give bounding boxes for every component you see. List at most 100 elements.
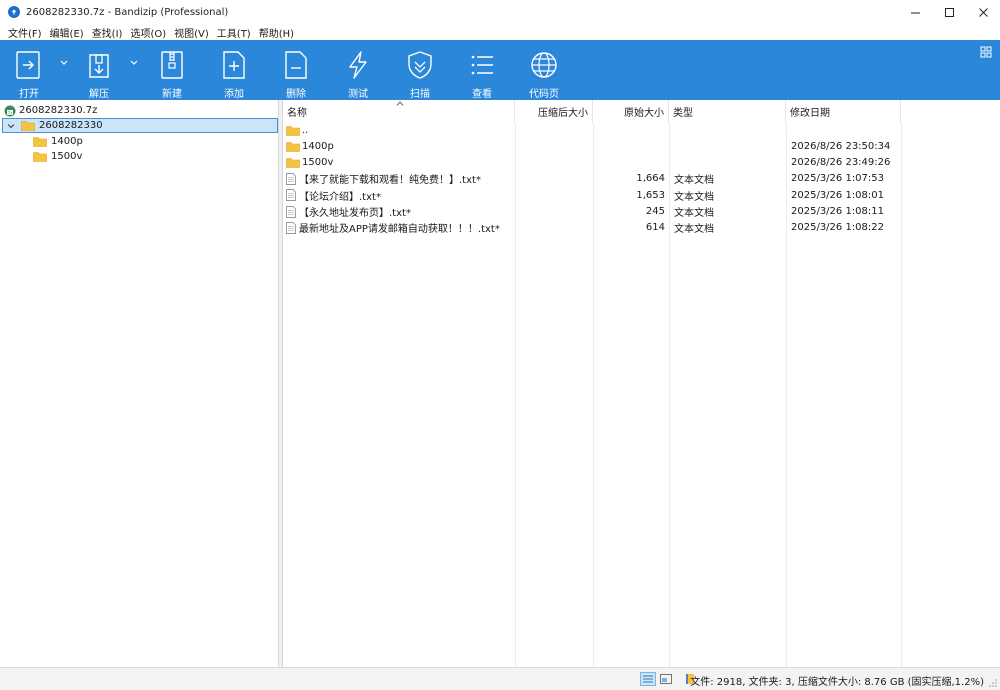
svg-text:7z: 7z xyxy=(8,110,13,115)
open-icon xyxy=(13,49,45,81)
status-summary: 文件: 2918, 文件夹: 3, 压缩文件大小: 8.76 GB (固实压缩,… xyxy=(690,677,984,688)
file-name: 【论坛介绍】.txt* xyxy=(299,191,381,203)
menu-file[interactable]: 文件(F) xyxy=(4,25,46,40)
resize-grip-icon[interactable] xyxy=(988,678,998,688)
original-size: 614 xyxy=(645,222,665,234)
file-name: 1400p xyxy=(302,140,334,152)
menu-options[interactable]: 选项(O) xyxy=(126,25,170,40)
extract-label: 解压 xyxy=(89,89,109,100)
modified-date: 2025/3/26 1:08:11 xyxy=(791,206,885,217)
view-button[interactable]: 查看 xyxy=(457,40,507,100)
bandizip-app-icon xyxy=(8,6,20,18)
cell-name: 最新地址及APP请发邮箱自动获取！！！.txt* xyxy=(286,220,514,236)
file-row[interactable]: 1500v 2026/8/26 23:49:26 xyxy=(283,155,1000,171)
menu-help[interactable]: 帮助(H) xyxy=(255,25,298,40)
cell-compressed xyxy=(515,187,589,203)
open-button[interactable]: 打开 xyxy=(4,40,54,100)
folder-icon xyxy=(21,121,35,131)
menu-tools[interactable]: 工具(T) xyxy=(213,25,255,40)
file-row[interactable]: 【永久地址发布页】.txt* 245 文本文档 2025/3/26 1:08:11 xyxy=(283,204,1000,220)
cell-type: 文本文档 xyxy=(674,171,784,187)
scan-label: 扫描 xyxy=(410,89,430,100)
close-icon xyxy=(978,7,988,17)
extract-button[interactable]: 解压 xyxy=(74,40,124,100)
chevron-down-icon[interactable] xyxy=(6,121,16,131)
original-size: 1,664 xyxy=(636,173,665,185)
column-header-original[interactable]: 原始大小 xyxy=(593,100,669,122)
column-header-name[interactable]: 名称 xyxy=(283,100,515,122)
tree-archive-node[interactable]: 7z 2608282330.7z xyxy=(4,103,97,118)
file-row[interactable]: 最新地址及APP请发邮箱自动获取！！！.txt* 614 文本文档 2025/3/26… xyxy=(283,220,1000,236)
cell-name: .. xyxy=(286,122,514,138)
tree-item-1400p[interactable]: 1400p xyxy=(33,134,83,149)
cell-type: 文本文档 xyxy=(674,187,784,203)
menu-edit[interactable]: 编辑(E) xyxy=(46,25,88,40)
chevron-down-icon xyxy=(60,60,68,65)
layout-grid-icon[interactable] xyxy=(980,46,992,58)
cell-type xyxy=(674,155,784,171)
tree-item-1500v[interactable]: 1500v xyxy=(33,149,82,164)
globe-icon xyxy=(528,49,560,81)
folder-tree[interactable]: 7z 2608282330.7z 2608282330 1400p 1500v xyxy=(0,100,279,667)
file-list[interactable]: 名称 压缩后大小 原始大小 类型 修改日期 .. 1400p 2026/8/26 2… xyxy=(283,100,1000,667)
new-label: 新建 xyxy=(162,89,182,100)
file-type: 文本文档 xyxy=(674,224,714,236)
cell-compressed xyxy=(515,204,589,220)
column-header-compressed[interactable]: 压缩后大小 xyxy=(515,100,593,122)
window-title: 2608282330.7z - Bandizip (Professional) xyxy=(26,6,229,18)
preview-pane-icon xyxy=(660,674,672,684)
menu-find[interactable]: 查找(I) xyxy=(88,25,127,40)
cell-type: 文本文档 xyxy=(674,204,784,220)
minimize-icon xyxy=(910,12,920,13)
cell-original: 1,653 xyxy=(593,187,665,203)
scan-button[interactable]: 扫描 xyxy=(395,40,445,100)
cell-modified: 2025/3/26 1:08:01 xyxy=(791,187,899,203)
add-label: 添加 xyxy=(224,89,244,100)
cell-original: 1,664 xyxy=(593,171,665,187)
menu-view[interactable]: 视图(V) xyxy=(170,25,213,40)
maximize-icon xyxy=(944,7,954,17)
open-dropdown-arrow[interactable] xyxy=(58,58,70,68)
preview-view-button[interactable] xyxy=(658,672,674,686)
extract-dropdown-arrow[interactable] xyxy=(128,58,140,68)
new-button[interactable]: 新建 xyxy=(147,40,197,100)
cell-original xyxy=(593,122,665,138)
minimize-button[interactable] xyxy=(898,0,932,24)
cell-modified: 2025/3/26 1:08:22 xyxy=(791,220,899,236)
chevron-down-icon xyxy=(130,60,138,65)
lightning-icon xyxy=(342,49,374,81)
close-button[interactable] xyxy=(966,0,1000,24)
test-button[interactable]: 测试 xyxy=(333,40,383,100)
column-header-type[interactable]: 类型 xyxy=(669,100,786,122)
cell-modified xyxy=(791,122,899,138)
cell-name: 【永久地址发布页】.txt* xyxy=(286,204,514,220)
add-button[interactable]: 添加 xyxy=(209,40,259,100)
delete-button[interactable]: 删除 xyxy=(271,40,321,100)
file-name: 1500v xyxy=(302,157,334,169)
file-type: 文本文档 xyxy=(674,175,714,187)
test-label: 测试 xyxy=(348,89,368,100)
list-view-icon xyxy=(466,49,498,81)
file-row[interactable]: .. xyxy=(283,122,1000,138)
file-type: 文本文档 xyxy=(674,208,714,219)
modified-date: 2025/3/26 1:08:01 xyxy=(791,189,885,201)
cell-name: 1500v xyxy=(286,155,514,171)
column-header-modified[interactable]: 修改日期 xyxy=(786,100,901,122)
cell-modified: 2026/8/26 23:49:26 xyxy=(791,155,899,171)
extract-icon xyxy=(83,49,115,81)
view-label: 查看 xyxy=(472,89,492,100)
details-view-button[interactable] xyxy=(640,672,656,686)
file-row[interactable]: 【来了就能下载和观看！纯免费！】.txt* 1,664 文本文档 2025/3/26 … xyxy=(283,171,1000,187)
text-file-icon xyxy=(286,221,296,234)
folder-icon xyxy=(286,125,300,136)
file-row[interactable]: 【论坛介绍】.txt* 1,653 文本文档 2025/3/26 1:08:01 xyxy=(283,187,1000,203)
cell-name: 【论坛介绍】.txt* xyxy=(286,187,514,203)
maximize-button[interactable] xyxy=(932,0,966,24)
tree-root-node[interactable]: 2608282330 xyxy=(2,118,278,133)
new-archive-icon xyxy=(156,49,188,81)
codepage-button[interactable]: 代码页 xyxy=(519,40,569,100)
file-row[interactable]: 1400p 2026/8/26 23:50:34 xyxy=(283,138,1000,154)
file-name: 【永久地址发布页】.txt* xyxy=(299,208,411,219)
cell-modified: 2025/3/26 1:08:11 xyxy=(791,204,899,220)
column-compressed-label: 压缩后大小 xyxy=(538,107,588,119)
